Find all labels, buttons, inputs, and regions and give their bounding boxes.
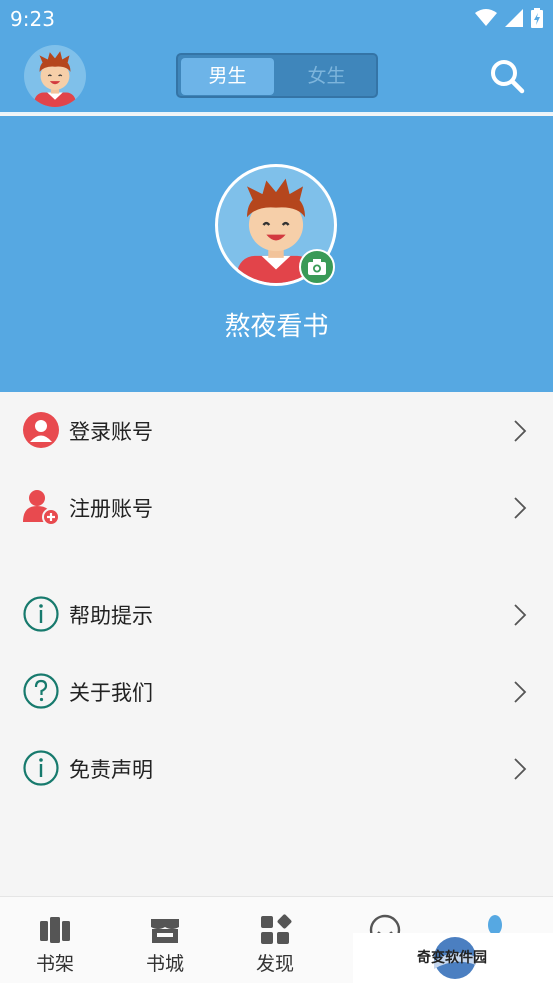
add-user-icon	[23, 490, 60, 526]
search-icon[interactable]	[489, 58, 525, 94]
battery-icon	[531, 8, 543, 28]
store-icon	[151, 919, 179, 943]
tab-discover[interactable]: 发现	[220, 897, 330, 983]
menu-label: 免责声明	[69, 758, 153, 782]
tab-label: 书架	[35, 953, 74, 975]
chevron-right-icon	[514, 604, 527, 626]
tab-female[interactable]: 女生	[280, 58, 373, 95]
avatar[interactable]	[24, 45, 86, 107]
user-icon	[23, 412, 59, 448]
watermark-text: 奇变软件园	[417, 950, 487, 966]
profile-name: 熬夜看书	[224, 312, 329, 342]
tab-label: 发现	[255, 953, 294, 975]
signal-icon	[505, 9, 523, 27]
status-time: 9:23	[10, 7, 55, 31]
question-icon	[23, 673, 59, 709]
menu-label: 注册账号	[69, 497, 153, 521]
camera-icon[interactable]	[299, 249, 335, 285]
chevron-right-icon	[514, 758, 527, 780]
tab-label: 书城	[145, 953, 184, 975]
menu-item-disclaimer[interactable]: 免责声明	[0, 730, 553, 807]
discover-icon	[261, 914, 292, 944]
chevron-right-icon	[514, 681, 527, 703]
menu-item-help[interactable]: 帮助提示	[0, 576, 553, 653]
tab-store[interactable]: 书城	[110, 897, 220, 983]
tab-bookshelf[interactable]: 书架	[0, 897, 110, 983]
tab-male[interactable]: 男生	[181, 58, 274, 95]
watermark: 奇变软件园	[353, 933, 553, 983]
profile-header: 熬夜看书	[0, 116, 553, 392]
menu-item-about[interactable]: 关于我们	[0, 653, 553, 730]
chevron-right-icon	[514, 420, 527, 442]
bookshelf-icon	[40, 917, 70, 943]
info-icon	[23, 596, 59, 632]
menu-item-register[interactable]: 注册账号	[0, 469, 553, 546]
top-bar: 男生 女生	[0, 38, 553, 114]
info-icon	[23, 750, 59, 786]
menu-label: 帮助提示	[69, 604, 153, 628]
wifi-icon	[475, 9, 497, 26]
gender-toggle: 男生 女生	[176, 53, 378, 98]
status-icons	[475, 8, 543, 28]
chevron-right-icon	[514, 497, 527, 519]
menu-item-login[interactable]: 登录账号	[0, 392, 553, 469]
menu-label: 关于我们	[69, 681, 153, 705]
status-bar: 9:23	[0, 0, 553, 38]
menu-label: 登录账号	[69, 420, 153, 444]
